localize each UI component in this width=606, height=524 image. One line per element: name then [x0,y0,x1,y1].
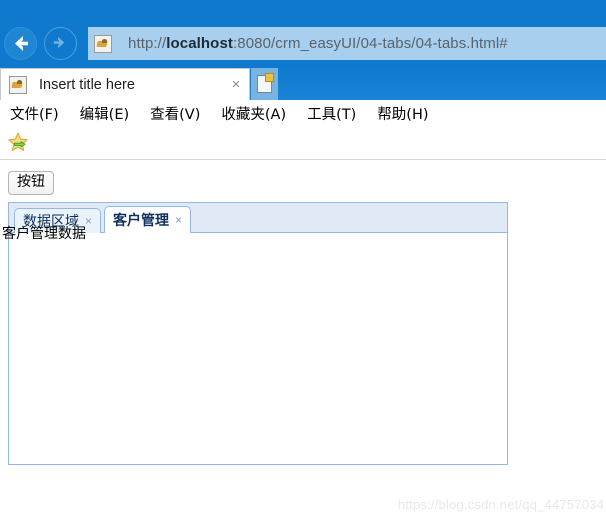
easyui-tabs-panel: 数据区域 × 客户管理 × 客户管理数据 [2,202,508,465]
tabs-body: 客户管理数据 [2,226,508,465]
browser-tab-strip: Insert title here × [0,68,606,100]
new-tab-button[interactable] [251,68,278,100]
close-icon[interactable]: × [223,77,249,92]
tab-label: 客户管理 [113,213,170,229]
back-arrow-icon [15,36,28,51]
browser-tab-title: Insert title here [39,76,135,93]
menu-bar: 文件(F) 编辑(E) 查看(V) 收藏夹(A) 工具(T) 帮助(H) [0,100,606,127]
watermark: https://blog.csdn.net/qq_44757034 [397,497,604,512]
menu-item-tools[interactable]: 工具(T) [307,103,356,124]
address-bar-url: http://localhost:8080/crm_easyUI/04-tabs… [128,35,508,52]
url-host: localhost [166,35,233,52]
navigation-row: http://localhost:8080/crm_easyUI/04-tabs… [0,22,606,66]
favorites-bar [0,127,606,160]
browser-tab[interactable]: Insert title here × [0,68,250,100]
url-scheme: http:// [128,35,167,52]
page-content: 按钮 数据区域 × 客户管理 × 客户管理数据 https://blog.csd… [0,160,606,524]
tab-customer-management[interactable]: 客户管理 × [104,206,192,233]
menu-item-view[interactable]: 查看(V) [150,103,200,124]
close-icon[interactable]: × [85,215,92,227]
menu-item-edit[interactable]: 编辑(E) [80,103,129,124]
address-favicon-icon [94,34,112,53]
url-path: :8080/crm_easyUI/04-tabs/04-tabs.html# [232,35,508,52]
plain-button[interactable]: 按钮 [8,171,54,196]
back-button[interactable] [4,27,37,60]
add-to-favorites-icon[interactable] [6,131,30,155]
menu-item-file[interactable]: 文件(F) [10,103,59,124]
tab-favicon-icon [9,75,27,94]
forward-button[interactable] [44,27,77,60]
address-bar[interactable]: http://localhost:8080/crm_easyUI/04-tabs… [88,27,606,60]
menu-item-help[interactable]: 帮助(H) [377,103,428,124]
tab-content-text: 客户管理数据 [2,226,86,242]
menu-item-favorites[interactable]: 收藏夹(A) [221,103,286,124]
forward-arrow-icon [53,36,65,49]
close-icon[interactable]: × [175,214,182,226]
new-tab-icon [257,73,274,93]
browser-chrome: http://localhost:8080/crm_easyUI/04-tabs… [0,0,606,100]
